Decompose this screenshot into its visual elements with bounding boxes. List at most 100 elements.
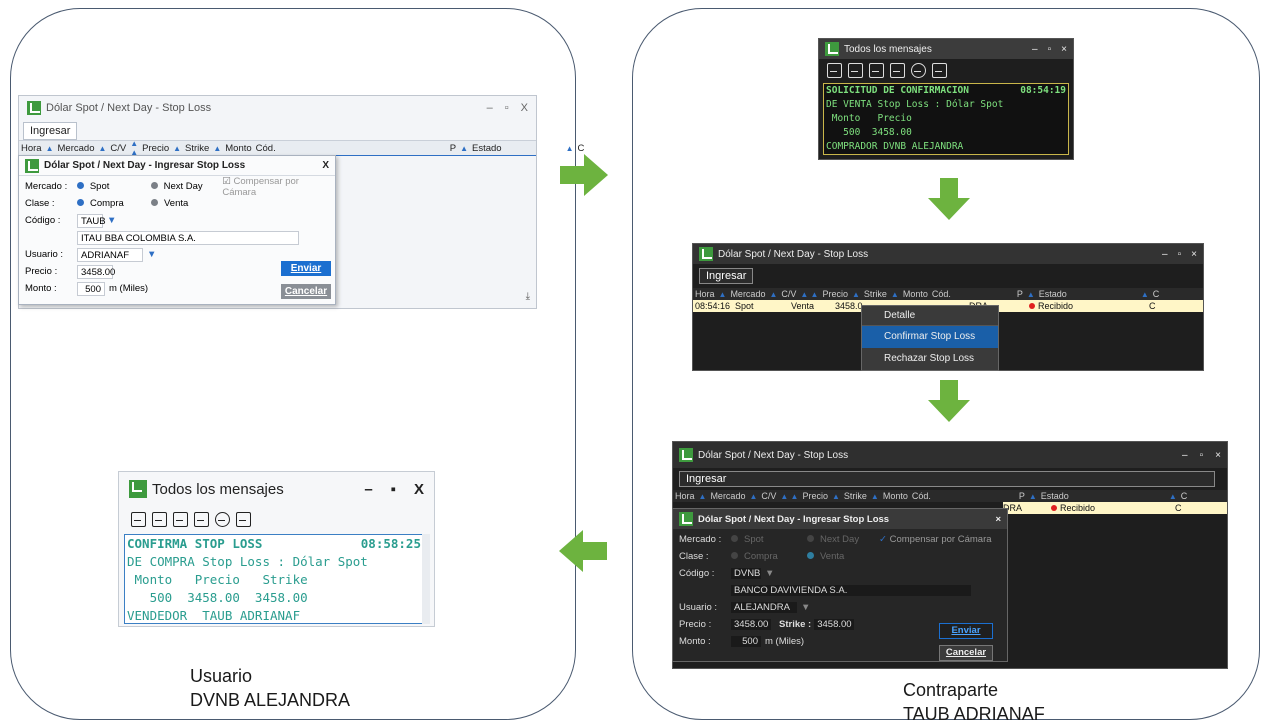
mail-search-icon[interactable] (152, 511, 167, 527)
sort-icon[interactable]: ▲ (173, 144, 181, 153)
col-precio[interactable]: Precio (802, 491, 828, 501)
col-precio[interactable]: Precio (142, 143, 169, 154)
database-icon[interactable] (911, 62, 926, 78)
radio-venta[interactable]: Venta (151, 198, 188, 209)
col-mercado[interactable]: Mercado (58, 143, 95, 154)
col-hora[interactable]: Hora (695, 289, 715, 299)
radio-spot[interactable]: Spot (731, 534, 807, 545)
col-p[interactable]: P (1019, 491, 1025, 501)
mail-filter-icon[interactable] (194, 511, 209, 527)
maximize-icon[interactable]: ▪ (391, 481, 396, 498)
sort-icon[interactable]: ▲ (566, 144, 574, 153)
codigo-select[interactable]: TAUB (77, 213, 106, 228)
codigo-select[interactable]: DVNB (731, 568, 761, 579)
col-strike[interactable]: Strike (185, 143, 209, 154)
col-c[interactable]: C (1153, 289, 1160, 299)
chevron-down-icon[interactable]: ▼ (147, 249, 156, 260)
sort-icon[interactable]: ▲ (460, 144, 468, 153)
monto-field[interactable]: 500 (77, 281, 105, 296)
maximize-icon[interactable]: ▫ (1178, 249, 1182, 260)
usuario-select[interactable]: ALEJANDRA (731, 602, 797, 613)
minimize-icon[interactable]: – (364, 481, 372, 498)
mail-open-icon[interactable] (173, 511, 188, 527)
mail-print-icon[interactable] (131, 511, 146, 527)
col-hora[interactable]: Hora (675, 491, 695, 501)
close-icon[interactable]: × (995, 514, 1001, 525)
precio-field[interactable]: 3458.00 (731, 619, 771, 630)
close-icon[interactable]: X (414, 481, 424, 498)
col-c[interactable]: C (1181, 491, 1188, 501)
col-cod[interactable]: Cód. (912, 491, 931, 501)
col-cod[interactable]: Cód. (932, 289, 951, 299)
col-strike[interactable]: Strike (844, 491, 867, 501)
col-p[interactable]: P (1017, 289, 1023, 299)
close-icon[interactable]: X (521, 102, 528, 114)
col-estado[interactable]: Estado (1039, 289, 1067, 299)
sort-icon[interactable]: ▲ (46, 144, 54, 153)
close-icon[interactable]: X (322, 160, 329, 171)
strike-field[interactable]: 3458.00 (814, 619, 855, 630)
minimize-icon[interactable]: – (1162, 249, 1168, 260)
col-mercado[interactable]: Mercado (710, 491, 745, 501)
col-monto[interactable]: Monto (883, 491, 908, 501)
close-icon[interactable]: × (1215, 450, 1221, 461)
cancelar-button[interactable]: Cancelar (281, 284, 331, 299)
mail-print-icon[interactable] (827, 62, 842, 78)
minimize-icon[interactable]: – (1182, 450, 1188, 461)
tab-ingresar[interactable]: Ingresar (679, 471, 1215, 487)
mail-search-icon[interactable] (848, 62, 863, 78)
col-monto[interactable]: Monto (903, 289, 928, 299)
col-mercado[interactable]: Mercado (730, 289, 765, 299)
close-icon[interactable]: × (1061, 44, 1067, 55)
sort-icon[interactable]: ▲ (98, 144, 106, 153)
menu-item-rechazar[interactable]: Rechazar Stop Loss (862, 348, 998, 370)
col-estado[interactable]: Estado (1041, 491, 1069, 501)
col-cv[interactable]: C/V (110, 143, 126, 154)
maximize-icon[interactable]: ▫ (505, 102, 509, 114)
radio-compra[interactable]: Compra (731, 551, 807, 562)
precio-field[interactable]: 3458.00 (77, 264, 115, 279)
col-cv[interactable]: C/V (761, 491, 776, 501)
close-icon[interactable]: × (1191, 249, 1197, 260)
tab-ingresar[interactable]: Ingresar (23, 122, 78, 140)
col-hora[interactable]: Hora (21, 143, 42, 154)
col-precio[interactable]: Precio (822, 289, 848, 299)
mail-filter-icon[interactable] (890, 62, 905, 78)
chevron-down-icon[interactable]: ▼ (107, 215, 116, 226)
col-cv[interactable]: C/V (781, 289, 796, 299)
enviar-button[interactable]: Enviar (939, 623, 993, 639)
col-estado[interactable]: Estado (472, 143, 502, 154)
radio-next-day[interactable]: Next Day (150, 181, 223, 192)
minimize-icon[interactable]: – (487, 102, 493, 114)
tab-ingresar[interactable]: Ingresar (699, 268, 754, 284)
usuario-select[interactable]: ADRIANAF (77, 247, 143, 262)
col-p[interactable]: P (450, 143, 456, 154)
download-icon[interactable]: ⤓ (526, 291, 530, 302)
col-monto[interactable]: Monto (225, 143, 251, 154)
scrollbar[interactable] (422, 534, 430, 624)
menu-item-confirmar[interactable]: Confirmar Stop Loss (862, 326, 998, 348)
col-cod[interactable]: Cód. (256, 143, 276, 154)
minimize-icon[interactable]: – (1032, 44, 1038, 55)
radio-spot[interactable]: Spot (76, 181, 151, 192)
col-c[interactable]: C (578, 143, 585, 154)
enviar-button[interactable]: Enviar (281, 261, 331, 276)
col-strike[interactable]: Strike (864, 289, 887, 299)
chevron-down-icon[interactable]: ▼ (801, 602, 810, 613)
document-icon[interactable] (236, 511, 251, 527)
monto-field[interactable]: 500 (731, 636, 761, 647)
document-icon[interactable] (932, 62, 947, 78)
compensar-checkbox[interactable]: ✓ Compensar por Cámara (879, 534, 992, 545)
database-icon[interactable] (215, 511, 230, 527)
menu-item-detalle[interactable]: Detalle (862, 306, 998, 326)
compensar-checkbox[interactable]: ☑ Compensar por Cámara (222, 176, 335, 198)
maximize-icon[interactable]: ▫ (1048, 44, 1052, 55)
mail-open-icon[interactable] (869, 62, 884, 78)
table-row[interactable]: DRA Recibido C (1003, 502, 1227, 514)
radio-compra[interactable]: Compra (77, 198, 151, 209)
radio-venta[interactable]: Venta (807, 551, 844, 562)
cancelar-button[interactable]: Cancelar (939, 645, 993, 661)
maximize-icon[interactable]: ▫ (1200, 450, 1204, 461)
radio-next-day[interactable]: Next Day (807, 534, 879, 545)
chevron-down-icon[interactable]: ▼ (765, 568, 774, 579)
